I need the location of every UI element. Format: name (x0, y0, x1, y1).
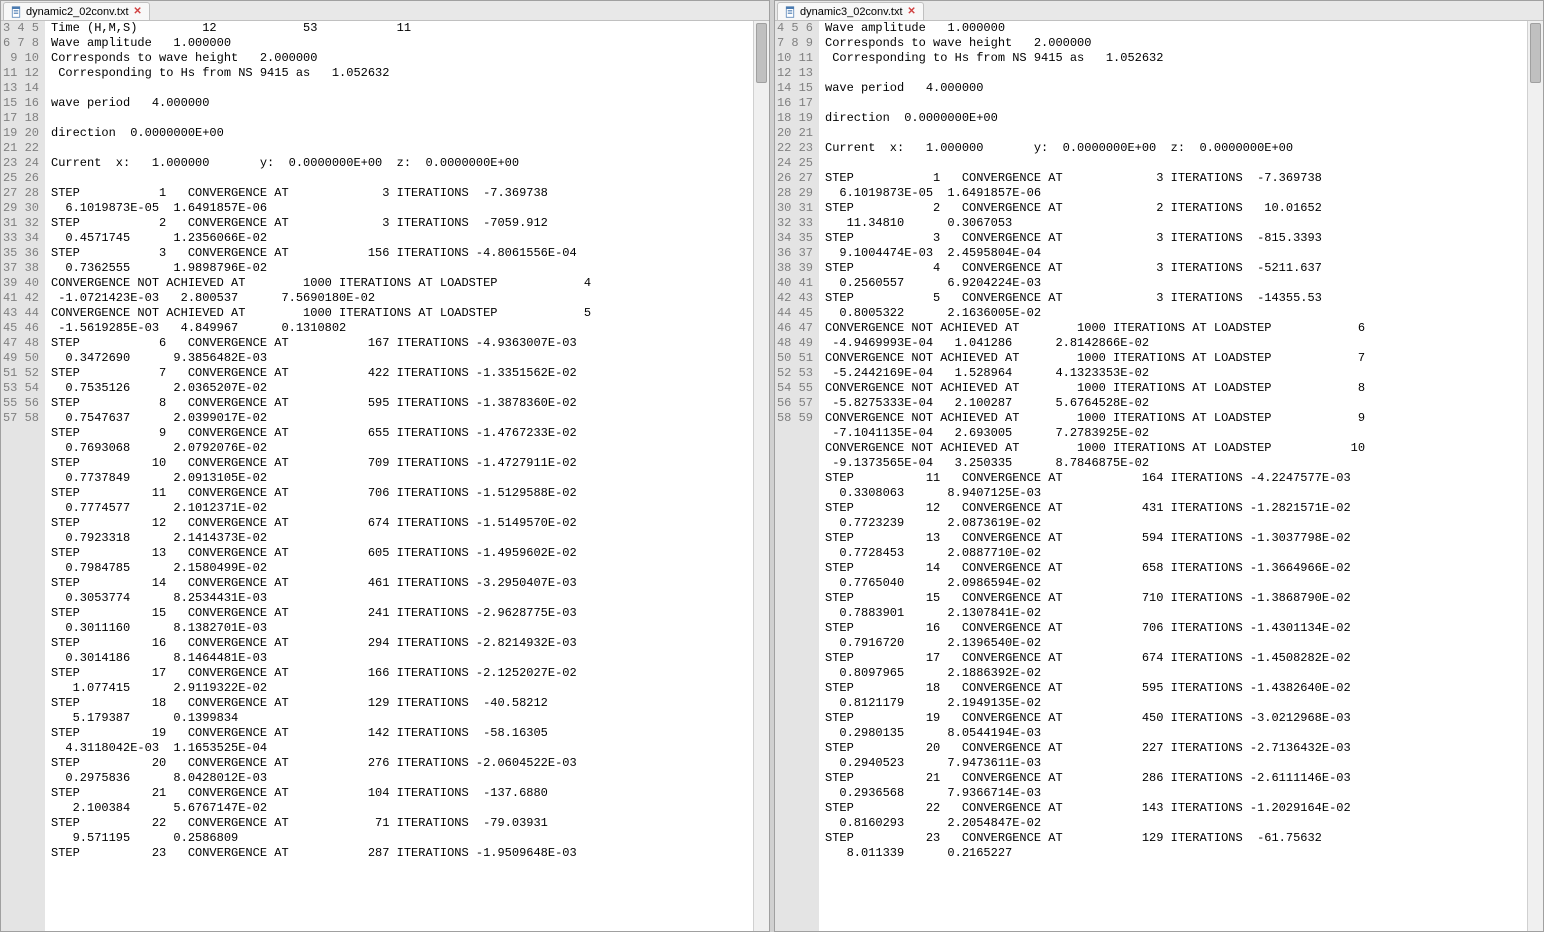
right-tab-label: dynamic3_02conv.txt (800, 6, 903, 18)
left-editor[interactable]: 3 4 5 6 7 8 9 10 11 12 13 14 15 16 17 18… (1, 21, 769, 931)
left-gutter: 3 4 5 6 7 8 9 10 11 12 13 14 15 16 17 18… (1, 21, 45, 931)
file-icon (10, 6, 22, 18)
close-icon[interactable]: ✕ (907, 7, 917, 17)
left-scrollbar[interactable] (753, 21, 769, 931)
left-tab-label: dynamic2_02conv.txt (26, 6, 129, 18)
right-tab[interactable]: dynamic3_02conv.txt ✕ (777, 2, 924, 20)
right-code[interactable]: Wave amplitude 1.000000 Corresponds to w… (819, 21, 1527, 931)
left-scrollbar-thumb[interactable] (756, 23, 767, 83)
left-code[interactable]: Time (H,M,S) 12 53 11 Wave amplitude 1.0… (45, 21, 753, 931)
left-pane: dynamic2_02conv.txt ✕ 3 4 5 6 7 8 9 10 1… (0, 0, 770, 932)
right-scrollbar-thumb[interactable] (1530, 23, 1541, 83)
left-tab-bar: dynamic2_02conv.txt ✕ (1, 1, 769, 21)
close-icon[interactable]: ✕ (133, 7, 143, 17)
file-icon (784, 6, 796, 18)
right-tab-bar: dynamic3_02conv.txt ✕ (775, 1, 1543, 21)
right-pane: dynamic3_02conv.txt ✕ 4 5 6 7 8 9 10 11 … (774, 0, 1544, 932)
right-scrollbar[interactable] (1527, 21, 1543, 931)
right-editor[interactable]: 4 5 6 7 8 9 10 11 12 13 14 15 16 17 18 1… (775, 21, 1543, 931)
right-gutter: 4 5 6 7 8 9 10 11 12 13 14 15 16 17 18 1… (775, 21, 819, 931)
left-tab[interactable]: dynamic2_02conv.txt ✕ (3, 2, 150, 20)
split-container: dynamic2_02conv.txt ✕ 3 4 5 6 7 8 9 10 1… (0, 0, 1544, 932)
